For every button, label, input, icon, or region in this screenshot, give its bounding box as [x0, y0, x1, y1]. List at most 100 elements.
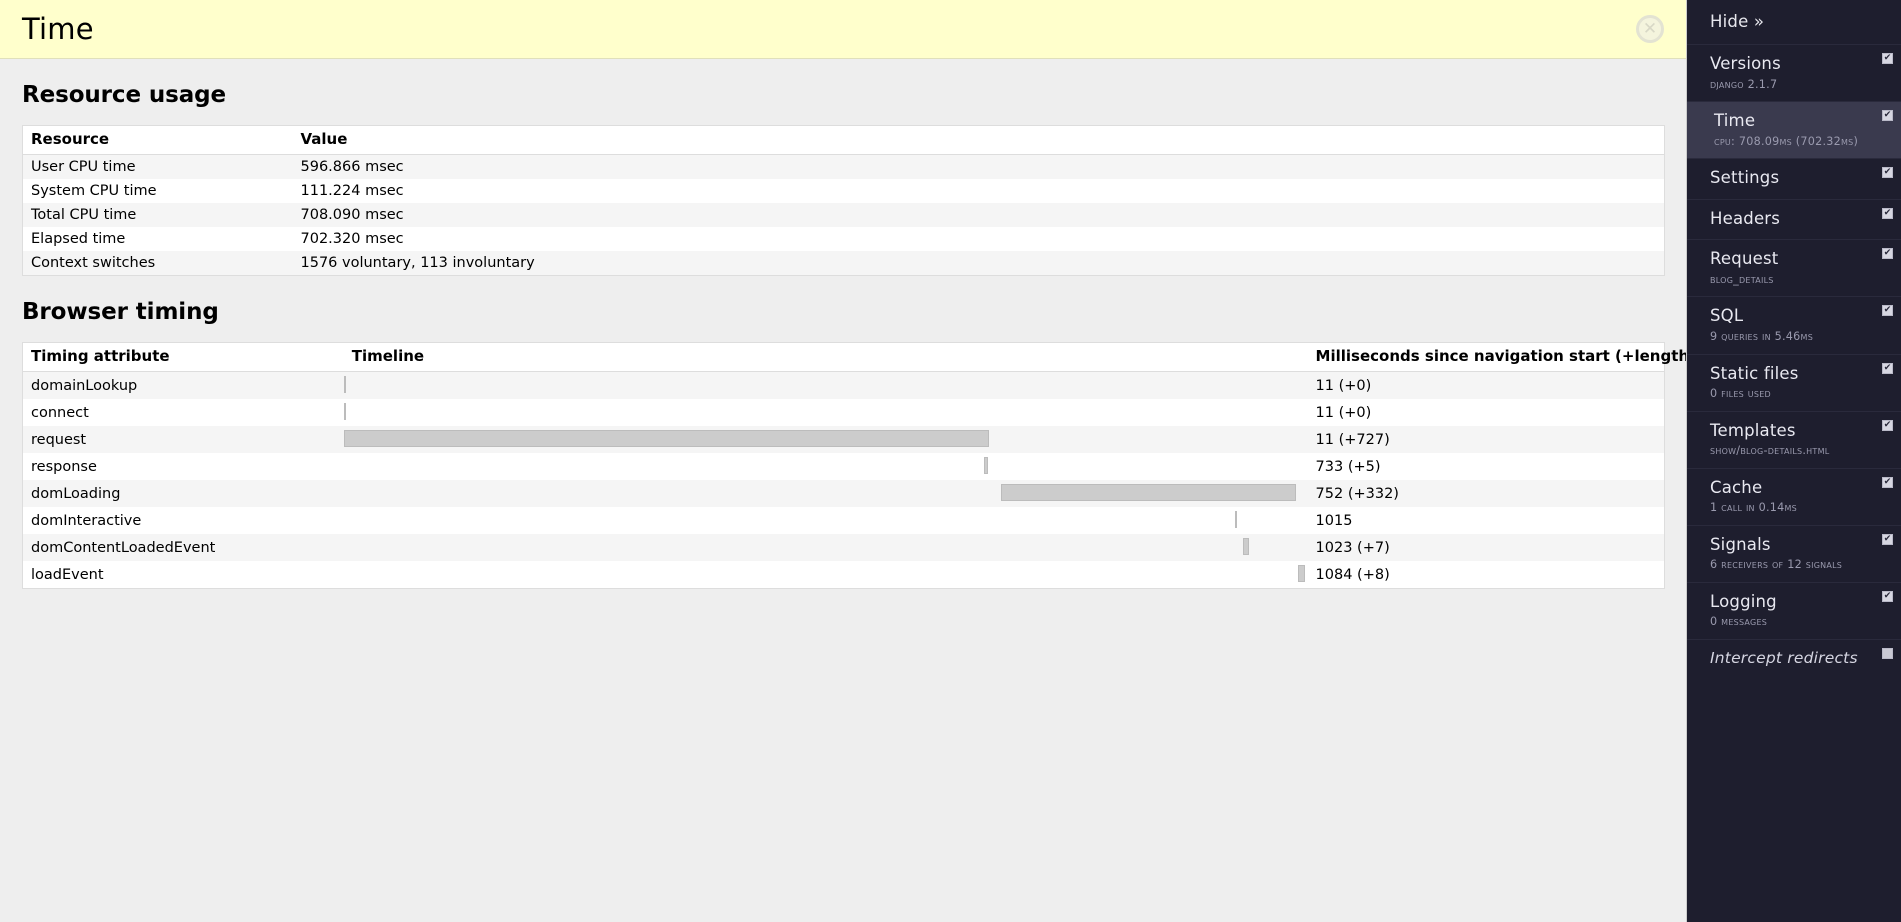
sidebar-item-checkbox[interactable]: ✔	[1882, 167, 1893, 179]
sidebar-item-checkbox[interactable]: ✔	[1882, 590, 1893, 602]
sidebar-item-label: Static files	[1710, 363, 1799, 383]
sidebar-item-summary: 9 queries in 5.46ms	[1710, 330, 1814, 344]
table-row: Total CPU time 708.090 msec	[22, 203, 1665, 227]
timeline-track	[343, 403, 1308, 422]
sidebar-item-headers[interactable]: Headers ✔	[1687, 198, 1901, 240]
resource-usage-heading: Resource usage	[22, 82, 227, 108]
col-value: Value	[292, 125, 1665, 155]
timing-attribute: domContentLoadedEvent	[31, 539, 216, 556]
resource-usage-body: User CPU time 596.866 msec System CPU time…	[22, 154, 1665, 276]
sidebar-item-summary: blog_details	[1710, 273, 1774, 286]
col-milliseconds: Milliseconds since navigation start (+le…	[1307, 342, 1686, 372]
close-icon[interactable]: ✕	[1636, 15, 1664, 43]
timeline-bar	[343, 430, 989, 447]
sidebar-item-summary: 1 call in 0.14ms	[1710, 501, 1797, 515]
timeline-track	[344, 538, 1308, 557]
sidebar-item-cache[interactable]: Cache 1 call in 0.14ms ✔	[1687, 467, 1901, 525]
sidebar-item-checkbox[interactable]: ✔	[1882, 362, 1893, 374]
timing-attribute: connect	[31, 404, 89, 421]
timeline-track	[343, 376, 1308, 395]
sidebar-item-checkbox[interactable]: ✔	[1882, 533, 1893, 545]
sidebar-item-label: SQL	[1710, 306, 1744, 326]
sidebar-item-label: Logging	[1710, 591, 1777, 611]
sidebar-item-summary: Django 2.1.7	[1710, 77, 1778, 91]
timing-milliseconds: 1084 (+8)	[1315, 566, 1390, 583]
resource-value: 1576 voluntary, 113 involuntary	[300, 255, 535, 271]
table-row: Elapsed time 702.320 msec	[22, 227, 1665, 251]
panel-content: Resource usage Resource Value User CPU t…	[0, 82, 1686, 609]
resource-value: 111.224 msec	[300, 183, 404, 199]
resource-name: Elapsed time	[31, 231, 126, 247]
resource-name: Context switches	[31, 255, 156, 271]
table-row: domLoading 752 (+332)	[22, 480, 1665, 507]
sidebar-item-checkbox[interactable]: ✔	[1882, 305, 1893, 317]
resource-value: 702.320 msec	[300, 231, 404, 247]
sidebar-item-label: Settings	[1710, 168, 1780, 188]
hide-toolbar-button[interactable]: Hide »	[1687, 0, 1901, 44]
timing-milliseconds: 733 (+5)	[1315, 458, 1381, 475]
time-panel: Time ✕ Resource usage Resource Value Use…	[0, 0, 1687, 922]
timeline-cell	[343, 399, 1308, 426]
timing-milliseconds: 11 (+727)	[1315, 431, 1390, 448]
sidebar-item-label: Request	[1710, 249, 1779, 269]
resource-usage-table: Resource Value User CPU time 596.866 msec…	[22, 125, 1665, 276]
timing-milliseconds: 11 (+0)	[1315, 377, 1372, 394]
sidebar-item-signals[interactable]: Signals 6 receivers of 12 signals ✔	[1687, 524, 1901, 582]
browser-timing-heading: Browser timing	[22, 299, 219, 325]
timeline-bar	[1242, 538, 1250, 555]
sidebar-item-checkbox[interactable]: ✔	[1882, 476, 1893, 488]
sidebar-item-summary: 6 receivers of 12 signals	[1710, 558, 1843, 572]
sidebar-item-sql[interactable]: SQL 9 queries in 5.46ms ✔	[1687, 296, 1901, 353]
timeline-cell	[344, 561, 1308, 589]
timeline-cell	[344, 480, 1308, 507]
resource-name: System CPU time	[31, 183, 157, 199]
sidebar-item-time[interactable]: Time CPU: 708.09ms (702.32ms) ✔	[1687, 101, 1901, 159]
timeline-bar	[343, 403, 346, 420]
timeline-cell	[344, 453, 1308, 480]
debug-toolbar-sidebar: Hide » Versions Django 2.1.7 ✔ Time CPU: 708…	[1687, 0, 1901, 922]
browser-timing-body: domainLookup 11 (+0) connect 11 (+0) request…	[22, 371, 1665, 589]
sidebar-item-settings[interactable]: Settings ✔	[1687, 158, 1901, 199]
table-row: domInteractive 1015	[22, 507, 1665, 534]
table-row: loadEvent 1084 (+8)	[22, 561, 1665, 589]
sidebar-item-intercept-redirects[interactable]: Intercept redirects	[1687, 638, 1901, 678]
resource-value: 596.866 msec	[300, 159, 404, 175]
timing-attribute: domainLookup	[31, 377, 138, 394]
timeline-track	[344, 484, 1308, 503]
table-row: Context switches 1576 voluntary, 113 invo…	[22, 251, 1665, 276]
sidebar-item-checkbox[interactable]: ✔	[1882, 110, 1893, 122]
resource-name: Total CPU time	[31, 207, 137, 223]
sidebar-item-request[interactable]: Request blog_details ✔	[1687, 239, 1901, 296]
timing-attribute: loadEvent	[31, 566, 104, 583]
col-timeline: Timeline	[343, 342, 1308, 372]
timeline-cell	[344, 534, 1308, 561]
col-timing-attribute: Timing attribute	[22, 342, 344, 372]
timing-milliseconds: 1015	[1315, 512, 1353, 529]
timeline-track	[344, 511, 1308, 530]
sidebar-item-logging[interactable]: Logging 0 messages ✔	[1687, 581, 1901, 639]
timing-attribute: request	[31, 431, 87, 448]
sidebar-item-checkbox[interactable]	[1882, 647, 1893, 659]
sidebar-item-templates[interactable]: Templates show/blog-details.html ✔	[1687, 410, 1901, 468]
page-title: Time	[22, 12, 94, 46]
sidebar-item-checkbox[interactable]: ✔	[1882, 248, 1893, 260]
timing-attribute: domLoading	[31, 485, 121, 502]
timeline-track	[344, 565, 1308, 584]
sidebar-item-static-files[interactable]: Static files 0 files used ✔	[1687, 353, 1901, 411]
sidebar-item-versions[interactable]: Versions Django 2.1.7 ✔	[1687, 44, 1901, 101]
timeline-bar	[983, 457, 989, 474]
sidebar-item-checkbox[interactable]: ✔	[1882, 53, 1893, 64]
timing-milliseconds: 1023 (+7)	[1315, 539, 1390, 556]
timeline-cell	[343, 372, 1308, 400]
sidebar-item-summary: show/blog-details.html	[1710, 444, 1830, 458]
timeline-bar	[1001, 484, 1296, 501]
sidebar-item-checkbox[interactable]: ✔	[1882, 419, 1893, 431]
debug-toolbar-screen: Time ✕ Resource usage Resource Value Use…	[0, 0, 1901, 922]
table-row: connect 11 (+0)	[22, 399, 1665, 426]
sidebar-item-label: Templates	[1710, 420, 1796, 440]
table-row: System CPU time 111.224 msec	[22, 179, 1665, 203]
table-row: domContentLoadedEvent 1023 (+7)	[22, 534, 1665, 561]
table-header-row: Resource Value	[22, 125, 1665, 155]
panel-title-bar: Time ✕	[0, 0, 1686, 59]
sidebar-item-checkbox[interactable]: ✔	[1882, 207, 1893, 219]
